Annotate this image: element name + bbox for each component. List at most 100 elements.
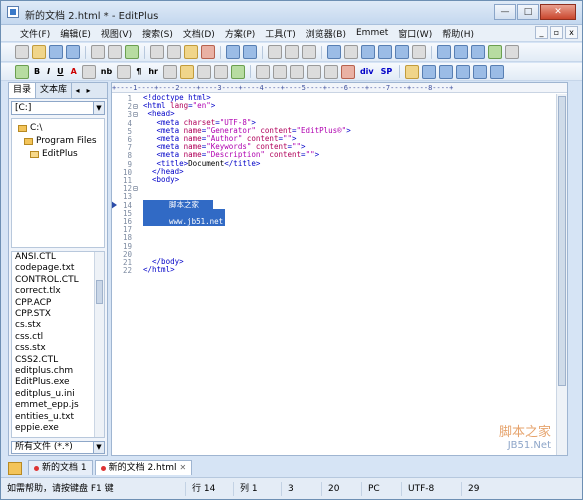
delete-icon[interactable]: [201, 45, 215, 59]
br-icon[interactable]: [117, 64, 132, 79]
scrollbar-thumb[interactable]: [558, 96, 566, 386]
menu-file[interactable]: 文件(F): [15, 27, 55, 40]
redo-icon[interactable]: [243, 45, 257, 59]
music-icon[interactable]: [456, 64, 471, 79]
table-icon[interactable]: [255, 64, 270, 79]
undo-icon[interactable]: [226, 45, 240, 59]
form-icon[interactable]: [272, 64, 287, 79]
list-item[interactable]: editplus.chm: [12, 366, 104, 377]
cliptext-icon[interactable]: [454, 45, 468, 59]
list-icon[interactable]: [323, 64, 338, 79]
tree-item-editplus[interactable]: EditPlus: [30, 149, 78, 159]
heading-icon[interactable]: [340, 64, 355, 79]
open-folder-icon[interactable]: [32, 45, 46, 59]
menu-browser[interactable]: 浏览器(B): [301, 27, 351, 40]
mdi-close-button[interactable]: x: [565, 26, 578, 39]
spellcheck-icon[interactable]: [125, 45, 139, 59]
italic-button[interactable]: I: [45, 65, 52, 79]
list-item[interactable]: CSS2.CTL: [12, 355, 104, 366]
editor-pane[interactable]: +----1----+----2----+----3----+----4----…: [111, 82, 568, 456]
editor-scrollbar[interactable]: [556, 94, 567, 455]
list-item[interactable]: CPP.STX: [12, 309, 104, 320]
tab-scroll-right-icon[interactable]: ▸: [83, 83, 94, 98]
mdi-restore-button[interactable]: ▫: [550, 26, 563, 39]
div-button[interactable]: div: [358, 65, 376, 79]
font-icon[interactable]: [327, 45, 341, 59]
hr-button[interactable]: hr: [146, 65, 160, 79]
fold-toggle-icon[interactable]: ⊟: [133, 184, 138, 193]
browser-icon[interactable]: [15, 64, 29, 79]
menu-project[interactable]: 方案(P): [220, 27, 260, 40]
list-item[interactable]: cs.stx: [12, 320, 104, 331]
maximize-button[interactable]: □: [517, 4, 539, 20]
list-item[interactable]: CPP.ACP: [12, 298, 104, 309]
paragraph-button[interactable]: ¶: [134, 65, 143, 79]
list-item[interactable]: entities_u.txt: [12, 412, 104, 423]
replace-icon[interactable]: [285, 45, 299, 59]
find-icon[interactable]: [268, 45, 282, 59]
preferences-icon[interactable]: [488, 45, 502, 59]
goto-icon[interactable]: [302, 45, 316, 59]
nbsp-button[interactable]: nb: [99, 65, 114, 79]
chevron-down-icon[interactable]: ▼: [93, 442, 104, 453]
tab-document-2[interactable]: 新的文档 2.html ✕: [94, 460, 193, 475]
hex-icon[interactable]: [344, 45, 358, 59]
file-filter-select[interactable]: 所有文件 (*.*) ▼: [11, 441, 105, 454]
tree-item-program-files[interactable]: Program Files: [24, 136, 97, 146]
menu-emmet[interactable]: Emmet: [351, 28, 393, 38]
list-item[interactable]: CONTROL.CTL: [12, 275, 104, 286]
list-item[interactable]: editplus_u.ini: [12, 389, 104, 400]
tab-document-1[interactable]: 新的文档 1: [28, 460, 93, 475]
menu-window[interactable]: 窗口(W): [393, 27, 437, 40]
directory-icon[interactable]: [471, 45, 485, 59]
list-item[interactable]: codepage.txt: [12, 263, 104, 274]
mdi-minimize-button[interactable]: _: [535, 26, 548, 39]
save-all-icon[interactable]: [66, 45, 80, 59]
underline-button[interactable]: U: [55, 65, 66, 79]
pre-icon[interactable]: [306, 64, 321, 79]
menu-tools[interactable]: 工具(T): [260, 27, 301, 40]
line-number-icon[interactable]: [395, 45, 409, 59]
save-icon[interactable]: [49, 45, 63, 59]
chevron-down-icon[interactable]: ▼: [93, 102, 104, 114]
input-icon[interactable]: [289, 64, 304, 79]
email-icon[interactable]: [213, 64, 228, 79]
list-item[interactable]: correct.tlx: [12, 286, 104, 297]
scrollbar-thumb[interactable]: [96, 280, 103, 304]
cut-icon[interactable]: [150, 45, 164, 59]
fold-toggle-icon[interactable]: ⊟: [133, 110, 138, 119]
list-item[interactable]: EditPlus.exe: [12, 377, 104, 388]
print-preview-icon[interactable]: [108, 45, 122, 59]
menu-document[interactable]: 文档(D): [178, 27, 220, 40]
tab-scroll-left-icon[interactable]: ◂: [72, 83, 83, 98]
minimize-button[interactable]: —: [494, 4, 516, 20]
paste-icon[interactable]: [184, 45, 198, 59]
wordwrap-icon[interactable]: [361, 45, 375, 59]
list-item[interactable]: eppie.exe: [12, 423, 104, 434]
span-button[interactable]: SP: [379, 65, 395, 79]
file-list-scrollbar[interactable]: [94, 252, 104, 437]
drive-select[interactable]: [C:] ▼: [11, 101, 105, 115]
copy-icon[interactable]: [167, 45, 181, 59]
list-item[interactable]: ANSI.CTL: [12, 252, 104, 263]
toolbar-option-icon[interactable]: [490, 64, 505, 79]
color-icon[interactable]: [230, 64, 245, 79]
help-icon[interactable]: [505, 45, 519, 59]
close-button[interactable]: ✕: [540, 4, 576, 20]
close-tab-icon[interactable]: ✕: [180, 461, 187, 475]
ruler-icon[interactable]: [378, 45, 392, 59]
menu-view[interactable]: 视图(V): [96, 27, 137, 40]
split-window-icon[interactable]: [437, 45, 451, 59]
tab-directory[interactable]: 目录: [9, 83, 37, 98]
image-icon[interactable]: [162, 64, 177, 79]
menu-edit[interactable]: 编辑(E): [55, 27, 96, 40]
edit-icon[interactable]: [405, 64, 420, 79]
title-bar[interactable]: 新的文档 2.html * - EditPlus — □ ✕: [1, 1, 582, 25]
new-file-icon[interactable]: [15, 45, 29, 59]
menu-search[interactable]: 搜索(S): [137, 27, 178, 40]
bold-button[interactable]: B: [32, 65, 42, 79]
list-view-icon[interactable]: [473, 64, 488, 79]
font-size-icon[interactable]: [81, 64, 96, 79]
menu-help[interactable]: 帮助(H): [437, 27, 479, 40]
list-item[interactable]: css.stx: [12, 343, 104, 354]
